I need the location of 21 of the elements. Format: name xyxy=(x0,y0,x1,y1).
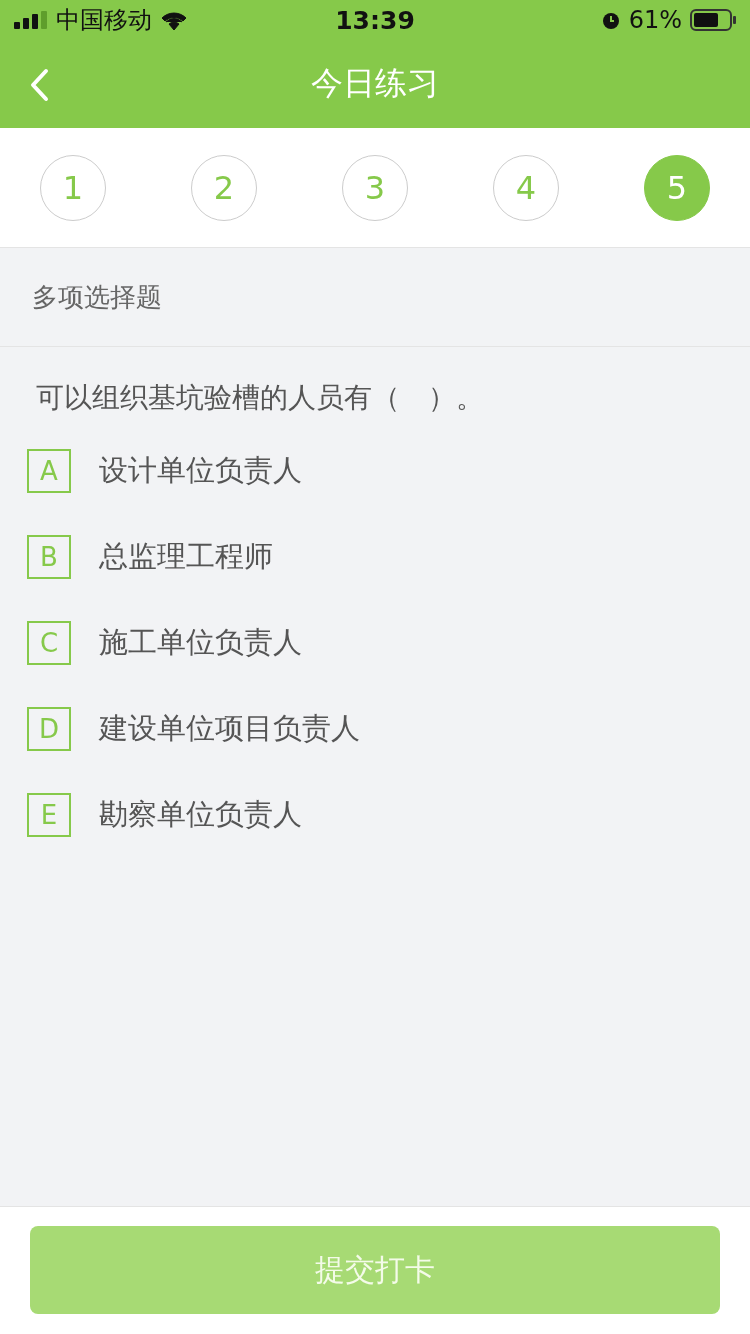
battery-percent: 61% xyxy=(628,6,682,34)
question-number-tab[interactable]: 1 xyxy=(40,154,106,221)
signal-icon xyxy=(14,11,48,29)
question-number-tab[interactable]: 5 xyxy=(644,154,710,221)
carrier-name: 中国移动 xyxy=(56,5,152,36)
question-number-tab[interactable]: 2 xyxy=(191,154,257,221)
question-type: 多项选择题 xyxy=(32,280,162,314)
alarm-icon xyxy=(600,10,621,30)
answer-option[interactable]: A 设计单位负责人 xyxy=(27,449,750,493)
question-number-tab[interactable]: 4 xyxy=(493,154,559,221)
page-title: 今日练习 xyxy=(311,63,439,104)
question-text: 可以组织基坑验槽的人员有（ ）。 xyxy=(36,381,485,415)
battery-icon xyxy=(690,9,736,31)
question-number-tab[interactable]: 3 xyxy=(342,154,408,221)
back-icon[interactable] xyxy=(28,68,50,102)
answer-option[interactable]: B 总监理工程师 xyxy=(27,535,750,579)
wifi-icon xyxy=(160,10,188,30)
answer-option[interactable]: E 勘察单位负责人 xyxy=(27,793,750,837)
answer-option[interactable]: D 建设单位项目负责人 xyxy=(27,707,750,751)
clock-time: 13:39 xyxy=(335,5,415,35)
answer-option[interactable]: C 施工单位负责人 xyxy=(27,621,750,665)
